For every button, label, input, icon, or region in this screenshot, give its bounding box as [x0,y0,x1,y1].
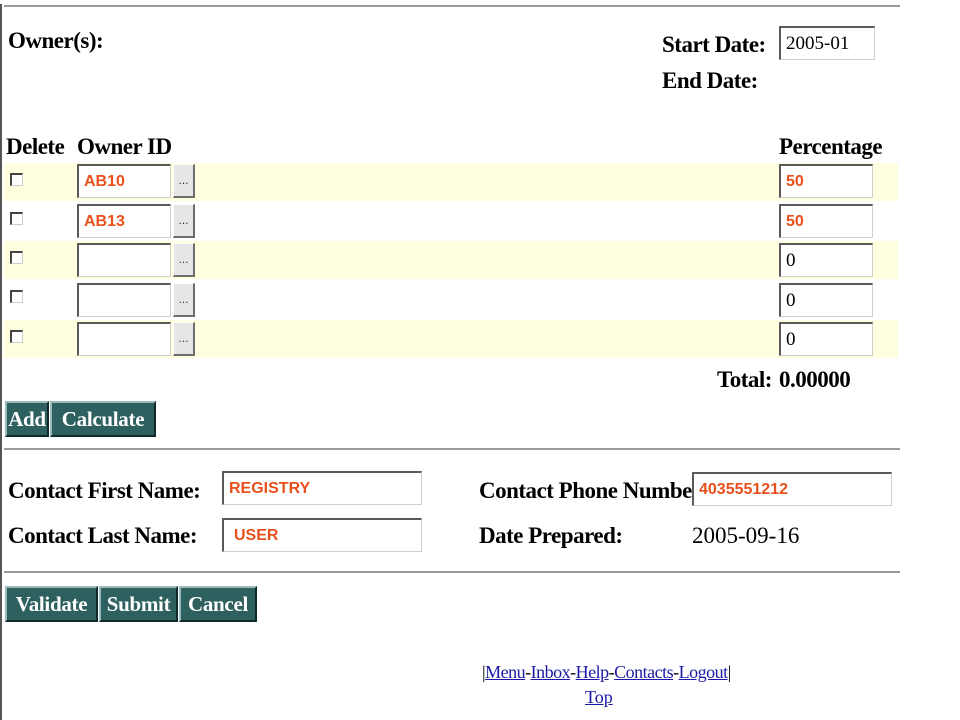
end-date-label: End Date: [662,68,758,93]
owner-lookup-button-5[interactable]: ... [173,322,195,356]
calculate-button[interactable]: Calculate [50,401,156,437]
owner-id-input-2[interactable]: AB13 [77,204,171,238]
validate-button[interactable]: Validate [5,586,98,622]
owner-id-input-1[interactable]: AB10 [77,164,171,198]
delete-checkbox-4[interactable] [10,290,23,303]
owner-lookup-button-1[interactable]: ... [173,164,195,198]
section-divider [4,448,900,450]
percentage-input-4[interactable]: 0 [779,283,873,317]
add-button[interactable]: Add [5,401,49,437]
inbox-link[interactable]: Inbox [531,662,571,682]
start-date-label: Start Date: [662,32,766,57]
footer-nav: |Menu-Inbox-Help-Contacts-Logout| [482,662,731,683]
date-prepared-label: Date Prepared: [479,523,623,548]
owner-lookup-button-4[interactable]: ... [173,283,195,317]
owner-id-header: Owner ID [77,134,172,159]
owner-id-input-3[interactable] [77,243,171,277]
owner-id-input-4[interactable] [77,283,171,317]
owners-title: Owner(s): [8,28,104,53]
start-date-input[interactable]: 2005-01 [779,26,875,60]
bottom-divider [4,571,900,573]
top-divider [4,5,900,7]
contact-first-name-label: Contact First Name: [8,478,201,503]
total-value: 0.00000 [779,367,851,392]
delete-checkbox-2[interactable] [10,212,23,225]
owner-lookup-button-2[interactable]: ... [173,204,195,238]
percentage-input-2[interactable]: 50 [779,204,873,238]
percentage-input-1[interactable]: 50 [779,164,873,198]
top-link[interactable]: Top [585,687,613,707]
page-left-border [0,4,2,720]
delete-header: Delete [6,134,65,159]
owner-lookup-button-3[interactable]: ... [173,243,195,277]
help-link[interactable]: Help [576,662,610,682]
contacts-link[interactable]: Contacts [614,662,674,682]
logout-link[interactable]: Logout [679,662,729,682]
delete-checkbox-3[interactable] [10,251,23,264]
footer-right-bracket: | [727,662,732,682]
delete-checkbox-5[interactable] [10,330,23,343]
contact-phone-label: Contact Phone Number: [479,478,709,503]
menu-link[interactable]: Menu [485,662,526,682]
cancel-button[interactable]: Cancel [179,586,257,622]
contact-last-name-label: Contact Last Name: [8,523,198,548]
percentage-input-3[interactable]: 0 [779,243,873,277]
date-prepared-value: 2005-09-16 [692,523,800,548]
percentage-input-5[interactable]: 0 [779,322,873,356]
total-label: Total: [717,367,772,392]
owner-id-input-5[interactable] [77,322,171,356]
delete-checkbox-1[interactable] [10,173,23,186]
percentage-header: Percentage [779,134,883,159]
submit-button[interactable]: Submit [99,586,178,622]
contact-phone-input[interactable]: 4035551212 [692,472,892,506]
contact-first-name-input[interactable]: REGISTRY [222,471,422,505]
contact-last-name-input[interactable]: USER [222,518,422,552]
